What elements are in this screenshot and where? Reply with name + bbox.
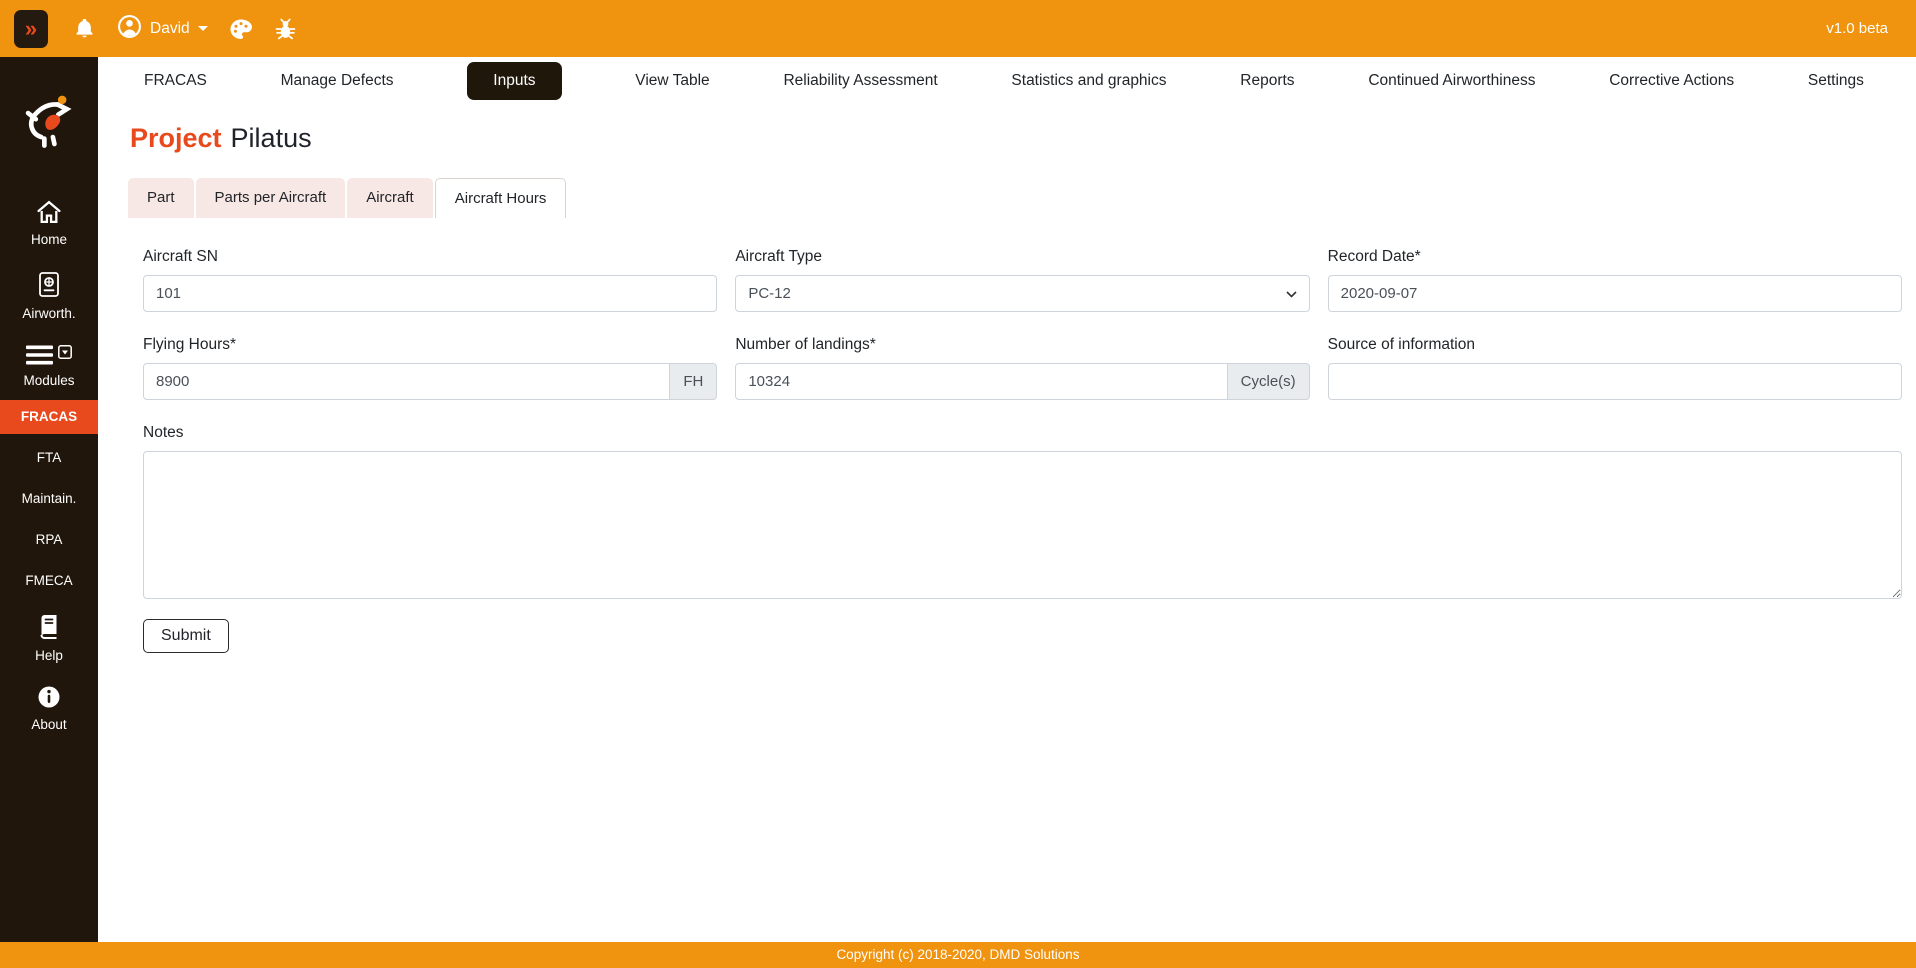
sidebar-item-label: Airworth. bbox=[22, 306, 75, 321]
nav-item-view-table[interactable]: View Table bbox=[635, 72, 709, 90]
user-name: David bbox=[150, 20, 190, 38]
aircraft-type-selected-value: PC-12 bbox=[748, 285, 791, 302]
page-title-name: Pilatus bbox=[231, 123, 312, 153]
nav-item-inputs[interactable]: Inputs bbox=[467, 62, 561, 100]
module-item-fmeca[interactable]: FMECA bbox=[0, 564, 98, 598]
sidebar-item-modules[interactable]: Modules bbox=[23, 345, 74, 388]
field-notes: Notes bbox=[143, 424, 1902, 599]
book-icon bbox=[37, 613, 61, 643]
page-title-prefix: Project bbox=[130, 123, 222, 153]
sidebar-item-label: Help bbox=[35, 648, 63, 663]
sidebar-item-home[interactable]: Home bbox=[31, 200, 67, 247]
sidebar-item-airworthiness[interactable]: Airworth. bbox=[22, 271, 75, 321]
menu-bars-icon bbox=[26, 345, 53, 368]
field-source-of-information: Source of information bbox=[1328, 336, 1902, 400]
sidebar-item-label: Modules bbox=[23, 373, 74, 388]
sidebar-collapse-button[interactable]: » bbox=[14, 10, 48, 48]
nav-item-reliability-assessment[interactable]: Reliability Assessment bbox=[783, 72, 937, 90]
aircraft-type-select[interactable]: PC-12 bbox=[735, 275, 1309, 312]
passport-icon bbox=[38, 271, 60, 301]
version-label: v1.0 beta bbox=[1826, 20, 1888, 37]
source-input[interactable] bbox=[1328, 363, 1902, 400]
sidebar-item-about[interactable]: About bbox=[31, 685, 66, 732]
info-circle-icon bbox=[37, 685, 61, 712]
field-record-date: Record Date* bbox=[1328, 248, 1902, 312]
landings-label: Number of landings* bbox=[735, 336, 1309, 354]
nav-item-settings[interactable]: Settings bbox=[1808, 72, 1864, 90]
nav-item-reports[interactable]: Reports bbox=[1240, 72, 1294, 90]
home-icon bbox=[36, 200, 62, 227]
record-date-label: Record Date* bbox=[1328, 248, 1902, 266]
module-item-maintain[interactable]: Maintain. bbox=[0, 482, 98, 516]
aircraft-sn-input[interactable] bbox=[143, 275, 717, 312]
module-item-fta[interactable]: FTA bbox=[0, 441, 98, 475]
sidebar-item-label: Home bbox=[31, 232, 67, 247]
flying-hours-unit-addon: FH bbox=[670, 363, 717, 400]
module-item-fracas[interactable]: FRACAS bbox=[0, 400, 98, 434]
sidebar-item-label: About bbox=[31, 717, 66, 732]
footer: Copyright (c) 2018-2020, DMD Solutions bbox=[0, 942, 1916, 968]
nav-item-corrective-actions[interactable]: Corrective Actions bbox=[1609, 72, 1734, 90]
tab-bar: Part Parts per Aircraft Aircraft Aircraf… bbox=[128, 178, 1916, 218]
modules-icon-row bbox=[26, 345, 72, 368]
notes-textarea[interactable] bbox=[143, 451, 1902, 599]
page-title: Project Pilatus bbox=[130, 123, 1916, 154]
main-nav: FRACAS Manage Defects Inputs View Table … bbox=[98, 57, 1916, 105]
user-avatar-icon bbox=[117, 14, 142, 44]
field-aircraft-type: Aircraft Type PC-12 bbox=[735, 248, 1309, 312]
caret-down-square-icon[interactable] bbox=[58, 345, 72, 362]
topbar: » David bbox=[0, 0, 1916, 57]
record-date-input[interactable] bbox=[1328, 275, 1902, 312]
app: » David bbox=[0, 0, 1916, 968]
notes-label: Notes bbox=[143, 424, 1902, 442]
caret-down-icon bbox=[198, 26, 208, 31]
nav-item-continued-airworthiness[interactable]: Continued Airworthiness bbox=[1368, 72, 1535, 90]
flying-hours-label: Flying Hours* bbox=[143, 336, 717, 354]
nav-item-manage-defects[interactable]: Manage Defects bbox=[281, 72, 394, 90]
tab-parts-per-aircraft[interactable]: Parts per Aircraft bbox=[196, 178, 346, 218]
aircraft-sn-label: Aircraft SN bbox=[143, 248, 717, 266]
chevron-down-icon bbox=[1286, 285, 1297, 302]
nav-item-fracas[interactable]: FRACAS bbox=[144, 72, 207, 90]
landings-unit-addon: Cycle(s) bbox=[1228, 363, 1310, 400]
source-label: Source of information bbox=[1328, 336, 1902, 354]
nav-item-statistics-and-graphics[interactable]: Statistics and graphics bbox=[1011, 72, 1166, 90]
modules-list: FRACAS FTA Maintain. RPA FMECA bbox=[0, 400, 98, 605]
sidebar: Home Airworth. bbox=[0, 57, 98, 942]
theme-palette-icon[interactable] bbox=[229, 17, 253, 41]
tab-aircraft-hours[interactable]: Aircraft Hours bbox=[435, 178, 567, 218]
notifications-bell-icon[interactable] bbox=[73, 16, 96, 41]
tab-aircraft[interactable]: Aircraft bbox=[347, 178, 433, 218]
flying-hours-input[interactable] bbox=[143, 363, 670, 400]
aircraft-hours-form: Aircraft SN Aircraft Type PC-12 bbox=[143, 248, 1902, 653]
field-aircraft-sn: Aircraft SN bbox=[143, 248, 717, 312]
field-number-of-landings: Number of landings* Cycle(s) bbox=[735, 336, 1309, 400]
aircraft-type-label: Aircraft Type bbox=[735, 248, 1309, 266]
submit-button[interactable]: Submit bbox=[143, 619, 229, 653]
sidebar-item-help[interactable]: Help bbox=[35, 613, 63, 663]
bug-report-icon[interactable] bbox=[274, 17, 297, 41]
module-item-rpa[interactable]: RPA bbox=[0, 523, 98, 557]
landings-input[interactable] bbox=[735, 363, 1227, 400]
field-flying-hours: Flying Hours* FH bbox=[143, 336, 717, 400]
robin-logo-icon[interactable] bbox=[18, 89, 80, 156]
main-content: FRACAS Manage Defects Inputs View Table … bbox=[98, 57, 1916, 942]
tab-part[interactable]: Part bbox=[128, 178, 194, 218]
copyright-text: Copyright (c) 2018-2020, DMD Solutions bbox=[836, 947, 1079, 962]
user-menu[interactable]: David bbox=[117, 14, 208, 44]
